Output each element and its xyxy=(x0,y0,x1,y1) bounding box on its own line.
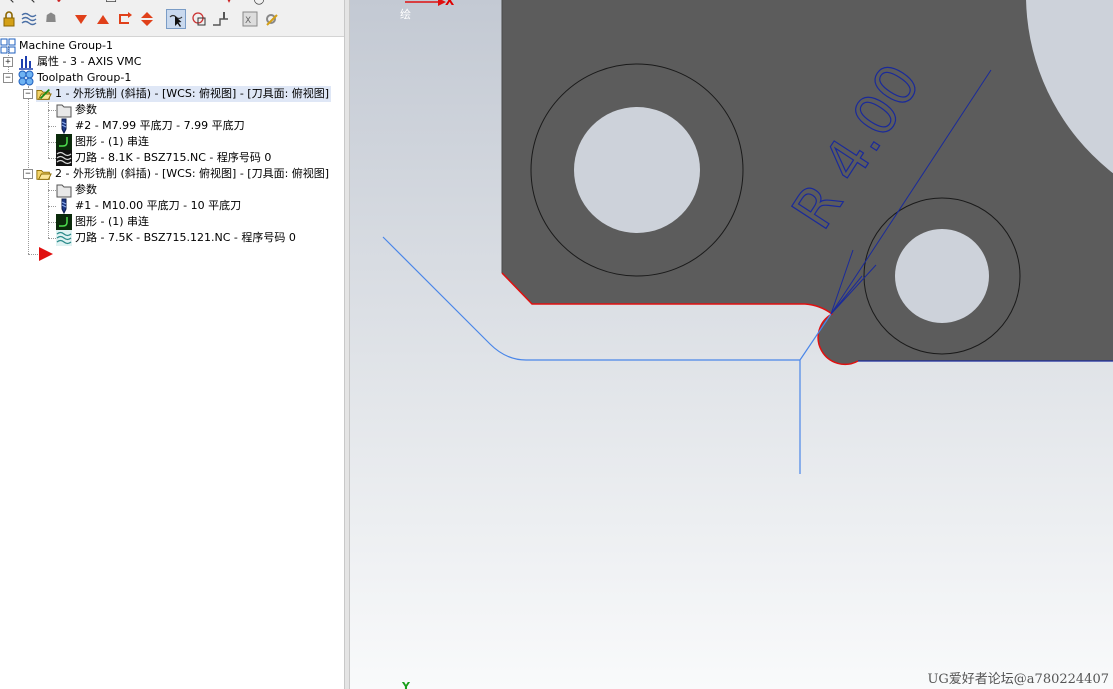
op2-geometry-label: 图形 - (1) 串连 xyxy=(75,215,150,228)
op2-toolpath-label: 刀路 - 7.5K - BSZ715.121.NC - 程序号码 0 xyxy=(75,231,296,244)
cad-drawing: R 4.00 xyxy=(382,0,1113,474)
move-up-icon[interactable] xyxy=(94,10,112,28)
only-display-selected-icon[interactable] xyxy=(166,9,186,29)
toolpath-group-icon xyxy=(18,70,34,86)
toolpath-waves-icon xyxy=(56,150,72,166)
insert-arrow-icon[interactable] xyxy=(116,10,134,28)
open-folder-icon xyxy=(36,166,52,182)
op1-params-label: 参数 xyxy=(75,103,97,116)
op1-toolpath-label: 刀路 - 8.1K - BSZ715.NC - 程序号码 0 xyxy=(75,151,272,164)
dirty-operation-icon[interactable]: ☗ xyxy=(42,10,60,28)
tree-item-op2-toolpath[interactable]: 刀路 - 7.5K - BSZ715.121.NC - 程序号码 0 xyxy=(56,230,296,246)
axis-x-label: X xyxy=(445,0,455,8)
axis-y-label: Y xyxy=(402,680,410,689)
tool-settings-icon[interactable] xyxy=(262,10,280,28)
machine-group-icon xyxy=(0,38,16,54)
watermark-text: UG爱好者论坛@a780224407 xyxy=(927,672,1109,687)
geometry-chain-icon xyxy=(56,134,72,150)
regenerate-icon[interactable]: ✔ xyxy=(52,0,70,9)
select-all-icon[interactable]: ↖ xyxy=(1,0,19,9)
red-insert-arrow-icon xyxy=(39,247,53,261)
op2-tool-label: #1 - M10.00 平底刀 - 10 平底刀 xyxy=(75,199,242,212)
properties-label: 属性 - 3 - AXIS VMC xyxy=(37,55,142,68)
hole-1 xyxy=(574,107,700,233)
highfeed-icon[interactable]: X xyxy=(241,10,259,28)
graphics-viewport[interactable]: R 4.00 X 绘 Y UG爱好者论坛@a780224407 xyxy=(350,0,1113,689)
operations-manager-panel: ↖ ↖ ✔ ▭ ▾ ◔ ☗ xyxy=(0,0,344,689)
expand-properties-toggle[interactable]: + xyxy=(3,57,13,67)
hole-2 xyxy=(895,229,989,323)
tree-item-machine-group[interactable]: Machine Group-1 xyxy=(0,38,113,54)
svg-text:X: X xyxy=(245,16,251,26)
op1-tool-label: #2 - M7.99 平底刀 - 7.99 平底刀 xyxy=(75,119,245,132)
params-folder-icon xyxy=(56,182,72,198)
tree-item-op1-toolpath[interactable]: 刀路 - 8.1K - BSZ715.NC - 程序号码 0 xyxy=(56,150,271,166)
tree-item-op2-params[interactable]: 参数 xyxy=(56,182,97,198)
op1-geometry-label: 图形 - (1) 串连 xyxy=(75,135,150,148)
backplot-icon[interactable]: ▭ xyxy=(102,0,120,9)
op2-params-label: 参数 xyxy=(75,183,97,196)
tree-item-toolpath-group[interactable]: Toolpath Group-1 xyxy=(18,70,131,86)
tree-item-op2-tool[interactable]: #1 - M10.00 平底刀 - 10 平底刀 xyxy=(56,198,241,214)
machine-group-label: Machine Group-1 xyxy=(19,39,113,52)
tree-item-properties[interactable]: 属性 - 3 - AXIS VMC xyxy=(18,54,141,70)
expand-collapse-icon[interactable] xyxy=(138,10,156,28)
tree-item-op2-geometry[interactable]: 图形 - (1) 串连 xyxy=(56,214,149,230)
endmill-tool-icon xyxy=(56,118,72,134)
collapse-op2-toggle[interactable]: − xyxy=(23,169,33,179)
collapse-op1-toggle[interactable]: − xyxy=(23,89,33,99)
tree-item-op1-params[interactable]: 参数 xyxy=(56,102,97,118)
properties-icon xyxy=(18,54,34,70)
help-icon[interactable]: ◔ xyxy=(250,0,268,9)
open-folder-icon xyxy=(36,86,52,102)
move-down-icon[interactable] xyxy=(72,10,90,28)
toolpath-waves-icon xyxy=(56,230,72,246)
operations-toolbar: ↖ ↖ ✔ ▭ ▾ ◔ ☗ xyxy=(0,0,344,37)
toolpath-group-label: Toolpath Group-1 xyxy=(37,71,132,84)
select-icon[interactable]: ↖ xyxy=(22,0,40,9)
lock-icon[interactable] xyxy=(0,10,18,28)
collapse-toolpath-group-toggle[interactable]: − xyxy=(3,73,13,83)
endmill-tool-icon xyxy=(56,198,72,214)
geometry-chain-icon xyxy=(56,214,72,230)
op1-label: 1 - 外形铣削 (斜插) - [WCS: 俯视图] - [刀具面: 俯视图] xyxy=(55,87,330,100)
toolpath-display-icon[interactable] xyxy=(20,10,38,28)
post-icon[interactable]: ▾ xyxy=(220,0,238,9)
operations-tree: + − − − Machine Group-1 属性 - 3 - AXIS VM… xyxy=(0,38,344,689)
params-folder-icon xyxy=(56,102,72,118)
tree-item-op2[interactable]: 2 - 外形铣削 (斜插) - [WCS: 俯视图] - [刀具面: 俯视图] xyxy=(36,166,329,182)
tree-item-op1-geometry[interactable]: 图形 - (1) 串连 xyxy=(56,134,149,150)
op2-label: 2 - 外形铣削 (斜插) - [WCS: 俯视图] - [刀具面: 俯视图] xyxy=(55,167,330,180)
insert-arrow-marker[interactable] xyxy=(38,246,54,262)
display-associated-geometry-icon[interactable] xyxy=(190,10,208,28)
tool-display-icon[interactable] xyxy=(212,10,230,28)
axis-draw-label: 绘 xyxy=(400,8,411,21)
tree-item-op1[interactable]: 1 - 外形铣削 (斜插) - [WCS: 俯视图] - [刀具面: 俯视图] xyxy=(36,86,332,102)
tree-item-op1-tool[interactable]: #2 - M7.99 平底刀 - 7.99 平底刀 xyxy=(56,118,245,134)
